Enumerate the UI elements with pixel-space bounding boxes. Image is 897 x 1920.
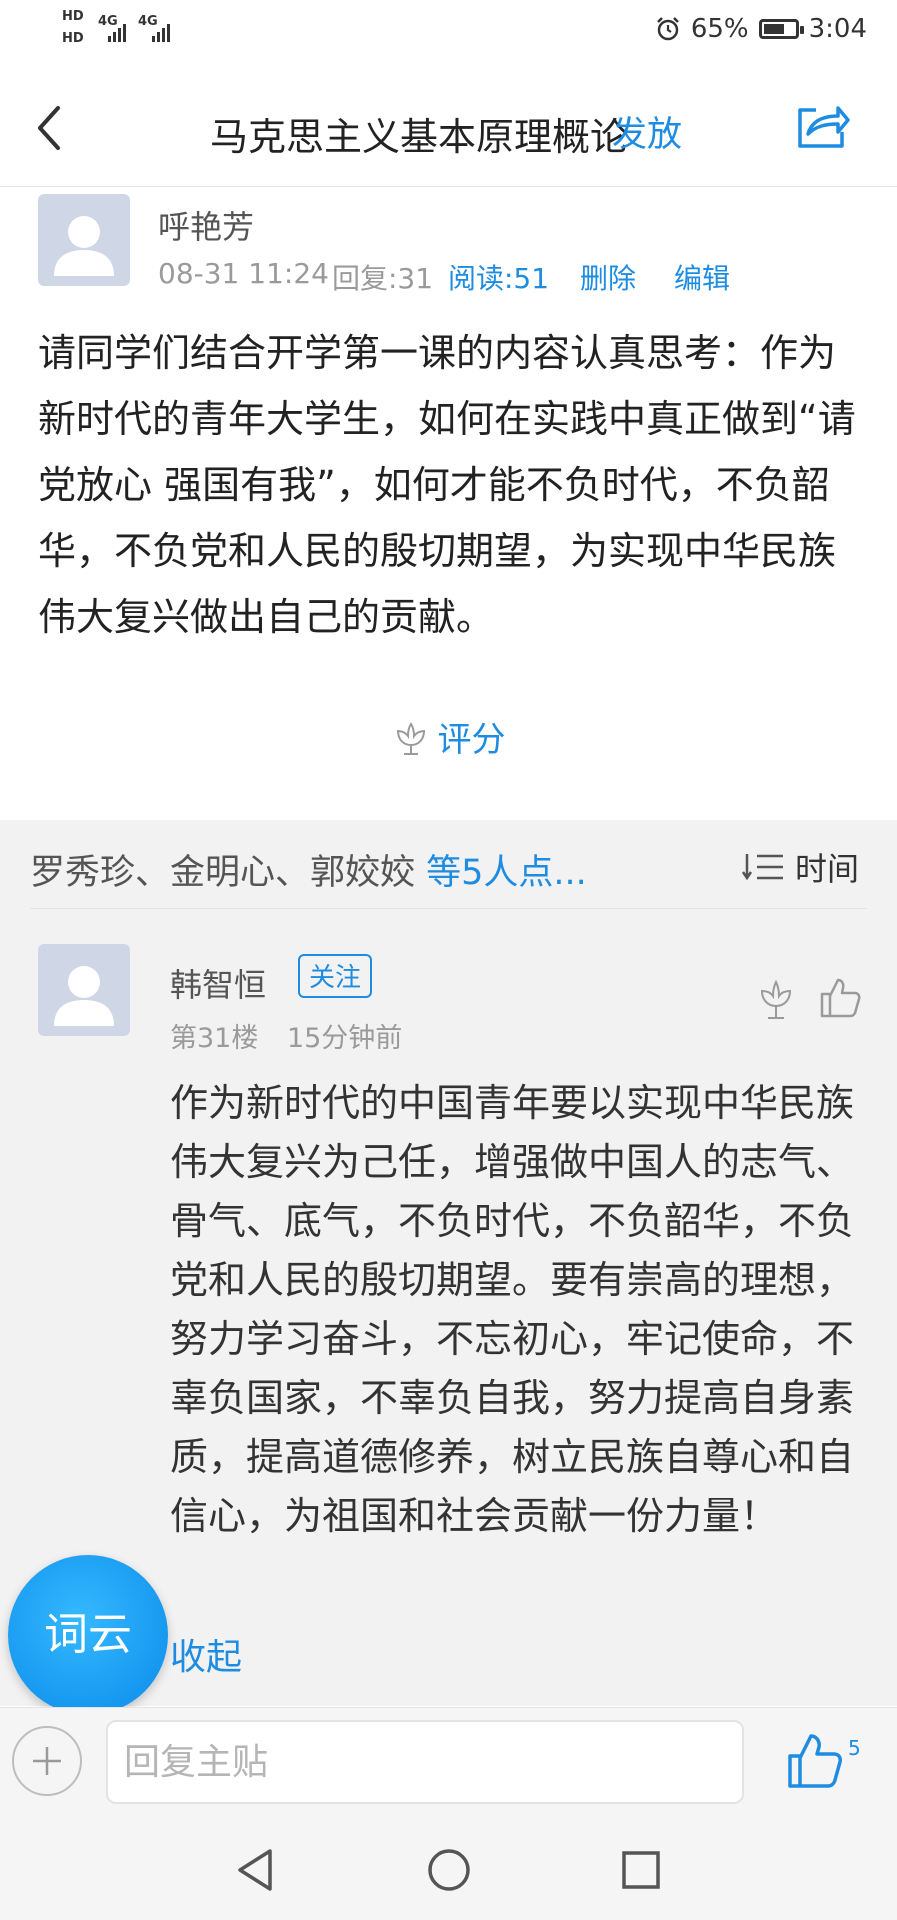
post-datetime: 08-31 11:24 xyxy=(158,257,329,290)
edit-button[interactable]: 编辑 xyxy=(674,257,730,297)
post-body: 请同学们结合开学第一课的内容认真思考：作为新时代的青年大学生，如何在实践中真正做… xyxy=(38,331,856,639)
hd2-label: HD xyxy=(62,31,84,46)
share-icon[interactable] xyxy=(794,102,850,150)
reply-input-bar: 5 xyxy=(0,1707,897,1818)
signal-icon xyxy=(108,24,170,42)
like-count: 5 xyxy=(848,1736,861,1760)
reply-author-name[interactable]: 韩智恒 xyxy=(170,960,266,1006)
plus-icon xyxy=(33,1747,61,1775)
delete-button[interactable]: 删除 xyxy=(580,257,636,297)
floor-number: 第31楼 xyxy=(170,1023,259,1054)
rate-button[interactable]: 评分 xyxy=(0,712,897,761)
system-nav-bar xyxy=(0,1817,897,1920)
reply-body: 作为新时代的中国青年要以实现中华民族伟大复兴为己任，增强做中国人的志气、骨气、底… xyxy=(170,1081,855,1538)
back-chevron-icon[interactable] xyxy=(32,104,66,152)
reply-meta: 第31楼 15分钟前 xyxy=(170,1016,402,1055)
clock: 3:04 xyxy=(808,14,867,44)
add-attachment-button[interactable] xyxy=(12,1726,82,1796)
post-read-count[interactable]: 阅读:51 xyxy=(448,257,549,297)
reply-author-avatar[interactable] xyxy=(38,944,130,1036)
post-author-avatar[interactable] xyxy=(38,194,130,286)
publish-button[interactable]: 发放 xyxy=(612,106,682,157)
alarm-icon xyxy=(656,17,679,41)
liker-names: 罗秀珍、金明心、郭姣姣 xyxy=(30,853,416,893)
likers-more-link[interactable]: 等5人点... xyxy=(426,853,587,893)
nav-back-icon[interactable] xyxy=(234,1847,276,1893)
likers-list[interactable]: 罗秀珍、金明心、郭姣姣 等5人点... xyxy=(30,844,587,895)
sort-icon xyxy=(741,854,783,881)
battery-icon xyxy=(758,19,804,39)
post-reply-count: 回复:31 xyxy=(332,262,434,295)
avatar-placeholder-icon xyxy=(54,966,114,1026)
reply-input[interactable] xyxy=(106,1720,744,1804)
nav-recents-icon[interactable] xyxy=(620,1849,662,1891)
battery-percent: 65% xyxy=(690,14,749,44)
flower-icon xyxy=(396,722,425,755)
sort-by-time-button[interactable]: 时间 xyxy=(741,844,859,890)
collapse-button[interactable]: 收起 xyxy=(170,1628,242,1680)
rate-label: 评分 xyxy=(437,720,506,760)
hd1-label: HD xyxy=(62,9,84,24)
status-right: 65% 3:04 xyxy=(655,14,867,44)
flower-icon[interactable] xyxy=(756,978,796,1022)
divider xyxy=(30,908,867,909)
word-cloud-button[interactable]: 词云 xyxy=(8,1555,168,1715)
nav-home-icon[interactable] xyxy=(426,1847,472,1893)
sort-label: 时间 xyxy=(794,850,859,888)
status-bar: HD HD 4G 4G 65% 3:04 xyxy=(0,0,897,68)
post-author-name[interactable]: 呼艳芳 xyxy=(158,202,254,248)
thumbs-up-icon[interactable] xyxy=(818,976,862,1020)
like-post-icon[interactable] xyxy=(786,1732,844,1790)
avatar-placeholder-icon xyxy=(54,216,114,276)
page-title: 马克思主义基本原理概论 xyxy=(210,115,629,159)
reply-time: 15分钟前 xyxy=(286,1023,403,1054)
follow-button[interactable]: 关注 xyxy=(298,954,372,998)
likes-bar: 罗秀珍、金明心、郭姣姣 等5人点... 时间 xyxy=(0,820,897,908)
nav-header: 马克思主义基本原理概论 发放 xyxy=(0,68,897,187)
